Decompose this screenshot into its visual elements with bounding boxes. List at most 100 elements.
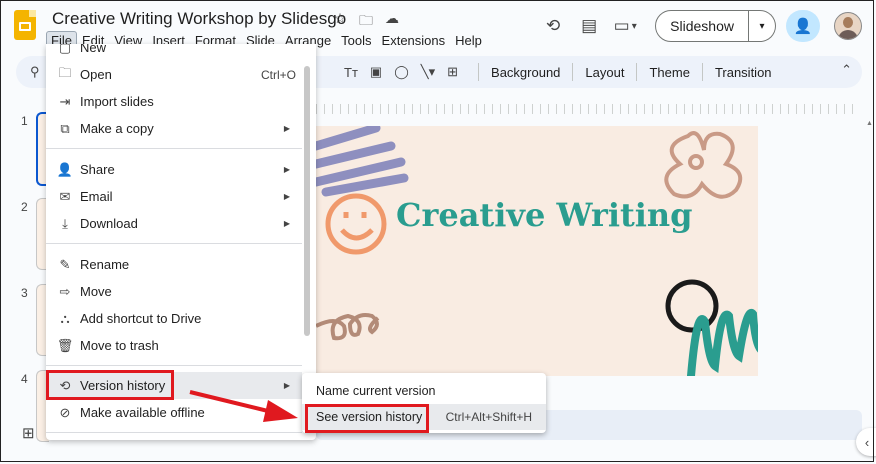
menu-divider	[46, 148, 302, 149]
meet-icon[interactable]: ▭ ▾	[607, 11, 643, 41]
move-folder-icon: ⇨	[59, 283, 71, 299]
menu-item-open[interactable]: 🗀 Open Ctrl+O	[46, 61, 302, 88]
menu-divider	[46, 365, 302, 366]
menu-scrollbar[interactable]	[304, 66, 310, 336]
highlight-see-version-history	[305, 404, 429, 433]
menu-item-label: Download	[80, 216, 138, 231]
slide-number: 4	[21, 372, 28, 386]
menu-item-label: Share	[80, 162, 115, 177]
menu-item-label: Open	[80, 67, 112, 82]
filmstrip: 1 2 3 4	[0, 96, 50, 442]
new-icon: ▢	[58, 44, 72, 55]
submenu-arrow-icon: ▶	[283, 219, 290, 228]
menu-help[interactable]: Help	[450, 31, 487, 50]
loop-decoration	[316, 313, 380, 341]
copy-icon: ⧉	[60, 120, 70, 136]
person-add-icon: 👤	[793, 18, 813, 35]
horizontal-ruler	[316, 104, 860, 114]
menu-item-label: Make available offline	[80, 405, 205, 420]
shape-icon[interactable]: ◯	[394, 64, 409, 80]
image-icon[interactable]: ▣	[370, 64, 382, 80]
toolbar-divider	[701, 63, 703, 81]
menu-item-label: Move to trash	[80, 338, 159, 353]
menu-item-name-current-version[interactable]: Name current version	[302, 378, 546, 404]
menu-item-label: Import slides	[80, 94, 154, 109]
menu-divider	[46, 243, 302, 244]
comments-icon[interactable]: ▤	[571, 11, 607, 41]
smiley-decoration	[325, 193, 387, 255]
menu-item-new[interactable]: ▢ New	[46, 44, 302, 61]
offline-icon: ⊘	[59, 404, 71, 420]
text-box-icon[interactable]: Tт	[344, 65, 358, 80]
toolbar-divider	[636, 63, 638, 81]
menu-item-make-a-copy[interactable]: ⧉ Make a copy ▶	[46, 115, 302, 142]
submenu-arrow-icon: ▶	[283, 192, 290, 201]
menu-item-label: Make a copy	[80, 121, 154, 136]
scribble-decoration	[316, 126, 409, 197]
download-icon: ⤓	[62, 215, 68, 231]
slide-artwork	[316, 126, 758, 376]
layout-button[interactable]: Layout	[581, 65, 628, 80]
menu-item-download[interactable]: ⤓ Download ▶	[46, 210, 302, 237]
chevron-left-icon: ‹	[864, 434, 870, 450]
menu-item-label: Add shortcut to Drive	[80, 311, 202, 326]
menu-item-move[interactable]: ⇨ Move	[46, 278, 302, 305]
slide-number: 3	[21, 286, 28, 300]
theme-button[interactable]: Theme	[645, 65, 693, 80]
transition-button[interactable]: Transition	[711, 65, 776, 80]
toolbar-divider	[572, 63, 574, 81]
header-actions: ⟲ ▤ ▭ ▾ Slideshow ▾ 👤	[535, 10, 862, 42]
submenu-arrow-icon: ▶	[283, 165, 290, 174]
menu-item-shortcut: Ctrl+O	[260, 67, 296, 82]
drive-shortcut-icon: ⛬	[60, 310, 70, 326]
share-button[interactable]: 👤	[786, 10, 820, 42]
menu-item-email[interactable]: ✉ Email ▶	[46, 183, 302, 210]
menu-item-rename[interactable]: ✎ Rename	[46, 251, 302, 278]
toolbar-items: Tт ▣ ◯ ╲▾ ⊞ Background Layout Theme Tran…	[344, 63, 776, 81]
menu-item-label: Move	[80, 284, 112, 299]
flower-decoration	[664, 131, 743, 199]
menu-extensions[interactable]: Extensions	[377, 31, 451, 50]
line-icon[interactable]: ╲▾	[421, 64, 435, 80]
menu-item-share[interactable]: 👤 Share ▶	[46, 156, 302, 183]
submenu-arrow-icon: ▶	[283, 381, 290, 390]
trash-icon: 🗑	[56, 337, 74, 353]
toolbar-divider	[478, 63, 480, 81]
menu-item-label: Email	[80, 189, 113, 204]
grid-view-icon[interactable]: ⊞	[22, 424, 35, 442]
pencil-icon: ✎	[59, 256, 71, 272]
slides-logo-icon[interactable]	[14, 10, 36, 40]
menu-item-make-available-offline[interactable]: ⊘ Make available offline	[46, 399, 302, 426]
side-panel-toggle[interactable]: ‹	[856, 428, 876, 456]
menu-item-shortcut: Ctrl+Alt+Shift+H	[445, 410, 532, 424]
avatar[interactable]	[834, 12, 862, 40]
zigzag-decoration	[687, 308, 758, 376]
submenu-arrow-icon: ▶	[283, 124, 290, 133]
slideshow-options-button[interactable]: ▾	[749, 10, 776, 42]
version-history-icon[interactable]: ⟲	[535, 11, 571, 41]
menu-tools[interactable]: Tools	[336, 31, 376, 50]
slide-title[interactable]: Creative Writing	[396, 196, 693, 234]
menu-item-label: Rename	[80, 257, 130, 272]
highlight-version-history	[46, 370, 174, 400]
chevron-down-icon: ▾	[759, 20, 765, 32]
background-button[interactable]: Background	[487, 65, 564, 80]
slide-canvas[interactable]	[316, 126, 758, 376]
menu-divider	[46, 432, 302, 433]
import-icon: ⇥	[59, 93, 71, 109]
menu-item-import-slides[interactable]: ⇥ Import slides	[46, 88, 302, 115]
collapse-toolbar-icon[interactable]: ⌃	[841, 62, 852, 78]
folder-icon: 🗀	[58, 64, 72, 80]
document-title[interactable]: Creative Writing Workshop by Slidesgo	[52, 9, 346, 29]
mail-icon: ✉	[59, 188, 71, 204]
menu-item-move-to-trash[interactable]: 🗑 Move to trash	[46, 332, 302, 359]
search-menus-icon[interactable]: ⚲	[30, 64, 40, 80]
menu-item-label: New	[80, 44, 107, 55]
canvas-scrollbar[interactable]	[866, 120, 874, 420]
slide-number: 2	[21, 200, 28, 214]
slideshow-button[interactable]: Slideshow	[655, 10, 749, 42]
slide-number: 1	[21, 114, 28, 128]
person-add-icon: 👤	[56, 161, 74, 177]
add-comment-icon[interactable]: ⊞	[447, 64, 458, 80]
menu-item-add-shortcut[interactable]: ⛬ Add shortcut to Drive	[46, 305, 302, 332]
